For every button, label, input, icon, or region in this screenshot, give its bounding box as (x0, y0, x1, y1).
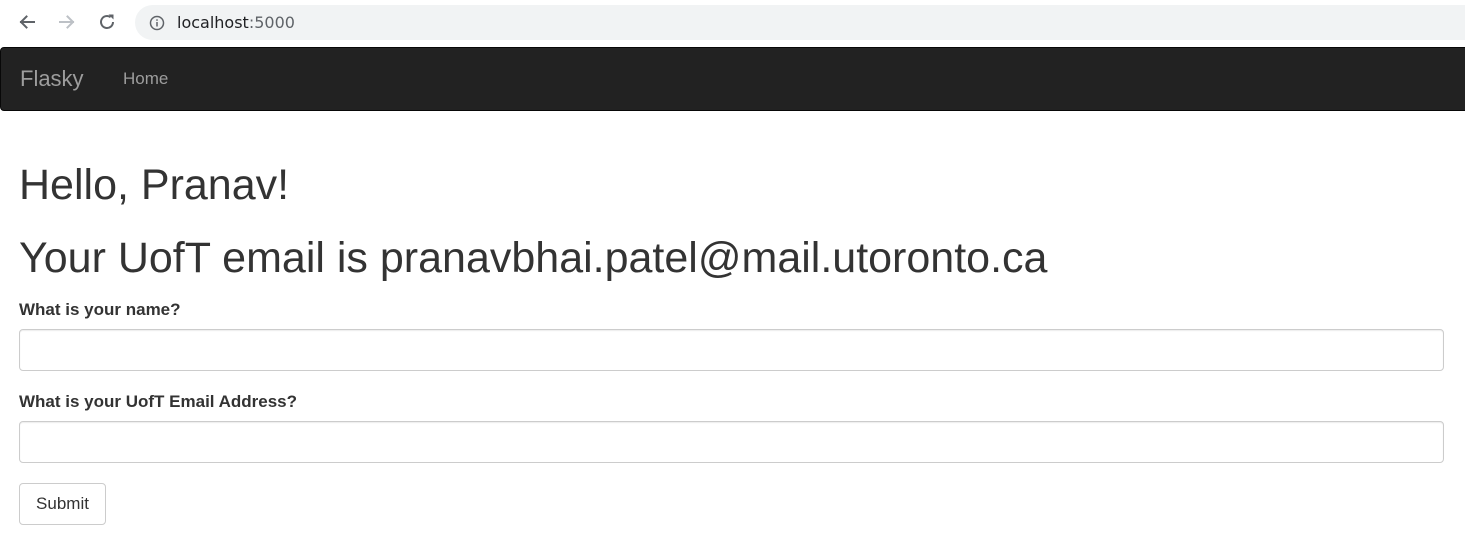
nav-link-home[interactable]: Home (123, 69, 168, 89)
email-heading: Your UofT email is pranavbhai.patel@mail… (19, 234, 1048, 282)
reload-button[interactable] (95, 10, 119, 34)
arrow-left-icon (17, 12, 37, 32)
submit-button[interactable]: Submit (19, 483, 106, 525)
info-icon[interactable] (149, 15, 165, 31)
browser-toolbar: localhost:5000 (0, 0, 1465, 45)
url-text: localhost:5000 (177, 13, 295, 32)
url-port: :5000 (248, 13, 295, 32)
name-input[interactable] (19, 329, 1444, 371)
forward-button[interactable] (55, 10, 79, 34)
greeting-heading: Hello, Pranav! (19, 161, 290, 209)
url-host: localhost (177, 13, 249, 32)
navbar: Flasky Home (0, 47, 1465, 111)
email-input[interactable] (19, 421, 1444, 463)
email-label: What is your UofT Email Address? (19, 392, 298, 411)
back-button[interactable] (15, 10, 39, 34)
arrow-right-icon (57, 12, 77, 32)
navbar-brand[interactable]: Flasky (20, 66, 84, 92)
name-label: What is your name? (19, 300, 181, 319)
address-bar[interactable]: localhost:5000 (135, 5, 1465, 40)
reload-icon (97, 12, 117, 32)
